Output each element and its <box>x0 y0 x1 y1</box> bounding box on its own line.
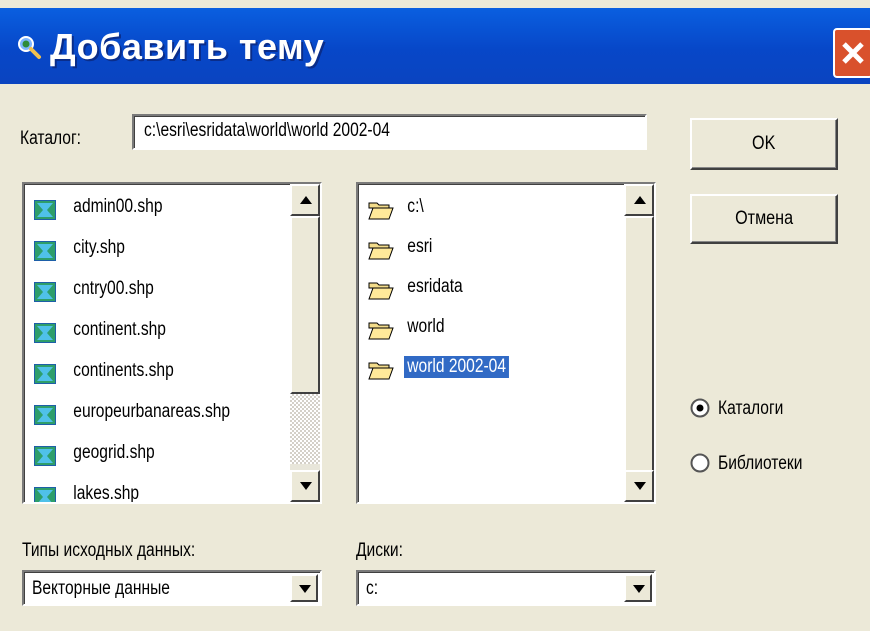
magnifier-globe-icon <box>18 36 41 59</box>
source-type-select[interactable]: Векторные данные <box>22 570 322 606</box>
scroll-thumb[interactable] <box>290 216 320 394</box>
radio-button-checked-icon <box>690 398 710 418</box>
drives-value: c: <box>366 578 379 599</box>
folder-list-scrollbar[interactable] <box>624 184 654 502</box>
file-name: continent.shp <box>73 319 166 340</box>
folder-name: world 2002-04 <box>404 356 510 378</box>
arrow-up-icon <box>300 196 312 204</box>
radio-libraries-label: Библиотеки <box>718 453 803 474</box>
shapefile-icon <box>34 487 56 502</box>
folder-name: esridata <box>407 276 463 297</box>
dialog-title: Добавить тему <box>50 26 325 67</box>
shapefile-icon <box>34 200 56 220</box>
source-type-dropdown-button[interactable] <box>290 574 318 602</box>
shapefile-icon <box>34 364 56 384</box>
drives-select[interactable]: c: <box>356 570 656 606</box>
arrow-down-icon <box>634 482 646 490</box>
file-name: cntry00.shp <box>73 278 154 299</box>
open-folder-icon <box>368 322 394 340</box>
scroll-down-button[interactable] <box>290 470 320 502</box>
file-name: lakes.shp <box>73 483 140 504</box>
drives-dropdown-button[interactable] <box>624 574 652 602</box>
shapefile-icon <box>34 405 56 425</box>
file-list[interactable]: admin00.shp city.shp cntry00.shp continent.… <box>22 182 322 504</box>
open-folder-icon <box>368 202 394 220</box>
drives-label: Диски: <box>356 540 403 561</box>
arrow-up-icon <box>634 196 646 204</box>
folder-list[interactable]: c:\ esri esridata world world 2002-04 <box>356 182 656 504</box>
shapefile-icon <box>34 323 56 343</box>
radio-button-unchecked-icon <box>690 453 710 473</box>
close-icon <box>842 42 864 64</box>
shapefile-icon <box>34 241 56 261</box>
shapefile-icon <box>34 446 56 466</box>
chevron-down-icon <box>633 585 645 593</box>
file-name: geogrid.shp <box>73 442 155 463</box>
radio-catalogs-label: Каталоги <box>718 398 784 419</box>
arrow-down-icon <box>300 482 312 490</box>
folder-name: c:\ <box>407 196 424 217</box>
folder-name: esri <box>407 236 433 257</box>
catalog-path-field[interactable]: c:\esri\esridata\world\world 2002-04 <box>132 114 647 150</box>
file-name: admin00.shp <box>73 196 163 217</box>
file-name: continents.shp <box>73 360 174 381</box>
folder-name: world <box>407 316 445 337</box>
chevron-down-icon <box>299 585 311 593</box>
scroll-thumb[interactable] <box>624 216 654 472</box>
open-folder-icon <box>368 282 394 300</box>
scroll-down-button[interactable] <box>624 470 654 502</box>
open-folder-icon <box>368 362 394 380</box>
ok-button[interactable]: OK <box>690 118 838 170</box>
scroll-track[interactable] <box>290 394 320 464</box>
source-type-value: Векторные данные <box>32 578 170 599</box>
catalog-path-value: c:\esri\esridata\world\world 2002-04 <box>144 120 390 141</box>
file-list-scrollbar[interactable] <box>290 184 320 502</box>
shapefile-icon <box>34 282 56 302</box>
open-folder-icon <box>368 242 394 260</box>
file-name: city.shp <box>73 237 125 258</box>
catalog-label: Каталог: <box>20 128 81 149</box>
scroll-up-button[interactable] <box>290 184 320 216</box>
file-name: europeurbanareas.shp <box>73 401 231 422</box>
add-theme-dialog: Добавить тему Каталог: c:\esri\esridata\… <box>0 0 870 631</box>
scroll-up-button[interactable] <box>624 184 654 216</box>
title-bar[interactable]: Добавить тему <box>0 8 870 84</box>
close-button[interactable] <box>833 28 870 78</box>
source-type-label: Типы исходных данных: <box>22 540 196 561</box>
cancel-button[interactable]: Отмена <box>690 194 838 244</box>
